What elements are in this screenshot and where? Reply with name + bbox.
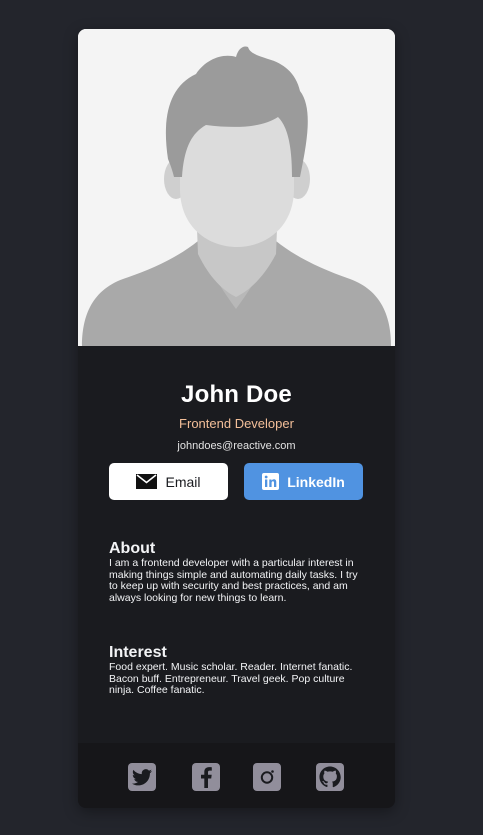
avatar — [78, 29, 395, 346]
about-section: About I am a frontend developer with a p… — [109, 540, 365, 604]
twitter-icon[interactable] — [128, 763, 156, 791]
instagram-icon[interactable] — [253, 763, 281, 791]
github-icon[interactable] — [316, 763, 344, 791]
avatar-placeholder-icon — [78, 29, 395, 346]
about-text: I am a frontend developer with a particu… — [109, 557, 358, 604]
facebook-icon[interactable] — [192, 763, 220, 791]
about-heading: About — [109, 540, 156, 557]
profile-title: Frontend Developer — [179, 416, 294, 431]
linkedin-button-label: LinkedIn — [287, 473, 345, 490]
interest-text: Food expert. Music scholar. Reader. Inte… — [109, 661, 353, 697]
interest-section: Interest Food expert. Music scholar. Rea… — [109, 644, 365, 697]
email-button[interactable]: Email — [109, 463, 228, 500]
interest-heading: Interest — [109, 644, 167, 661]
profile-email: johndoes@reactive.com — [177, 440, 296, 452]
social-footer — [78, 743, 395, 808]
linkedin-button[interactable]: LinkedIn — [244, 463, 363, 500]
envelope-icon — [136, 474, 158, 489]
profile-name: John Doe — [181, 381, 292, 408]
profile-card: John Doe Frontend Developer johndoes@rea… — [78, 29, 395, 808]
linkedin-icon — [262, 473, 280, 490]
email-button-label: Email — [165, 473, 201, 490]
